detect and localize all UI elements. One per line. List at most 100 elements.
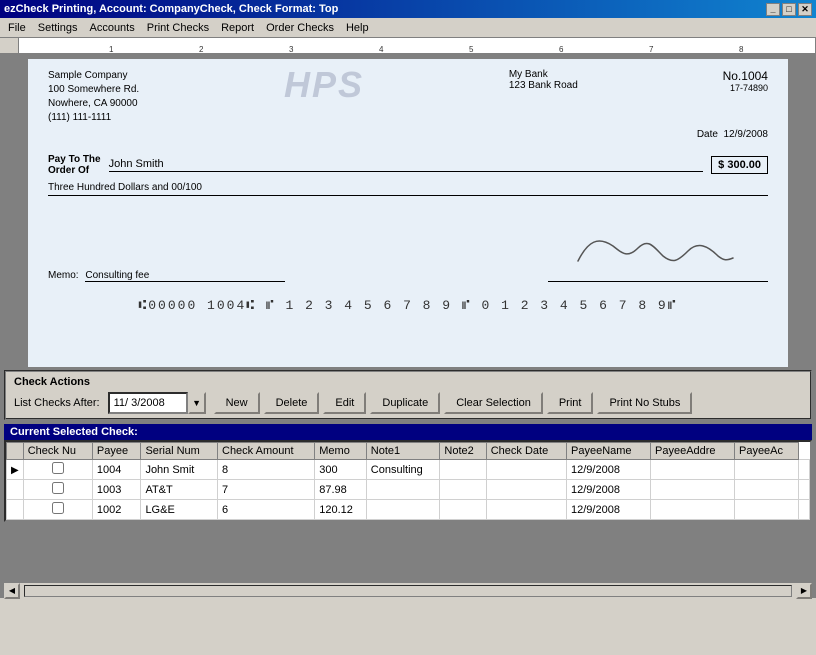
hps-logo: HPS [284,64,364,106]
cell-payee_addr [734,500,798,520]
table-row[interactable]: 1002LG&E6120.1212/9/2008 [7,500,810,520]
check-preview: Sample Company 100 Somewhere Rd. Nowhere… [27,58,789,368]
empty-area [4,522,812,582]
row-checkbox[interactable] [52,482,64,494]
ruler-mark-3: 3 [289,45,293,54]
cell-payee_name [651,460,735,480]
cell-check_num: 1002 [92,500,141,520]
col-payee-ac: PayeeAc [734,443,798,460]
maximize-button[interactable]: □ [782,3,796,16]
pay-to-section: Pay To The Order Of John Smith $ 300.00 [48,154,768,176]
cell-note2 [486,480,566,500]
delete-button[interactable]: Delete [264,392,320,414]
cell-memo [366,480,440,500]
row-checkbox[interactable] [52,462,64,474]
cell-note1 [440,480,486,500]
routing-number: 17-74890 [723,83,768,93]
edit-button[interactable]: Edit [323,392,366,414]
company-info: Sample Company 100 Somewhere Rd. Nowhere… [48,69,139,125]
col-payee-addr: PayeeAddre [651,443,735,460]
cell-date: 12/9/2008 [567,500,651,520]
cell-note2 [486,500,566,520]
row-checkbox-cell[interactable] [23,460,92,480]
duplicate-button[interactable]: Duplicate [370,392,440,414]
written-amount: Three Hundred Dollars and 00/100 [48,182,768,196]
cell-date: 12/9/2008 [567,460,651,480]
menu-help[interactable]: Help [340,20,375,36]
window-title: ezCheck Printing, Account: CompanyCheck,… [4,3,338,15]
row-checkbox[interactable] [52,502,64,514]
row-checkbox-cell[interactable] [23,500,92,520]
menu-file[interactable]: File [2,20,32,36]
cell-payee_addr [734,460,798,480]
menu-accounts[interactable]: Accounts [83,20,140,36]
ruler-mark-6: 6 [559,45,563,54]
check-number: No.1004 [723,69,768,83]
print-no-stubs-button[interactable]: Print No Stubs [597,392,692,414]
date-filter-input[interactable]: 11/ 3/2008 [108,392,188,414]
cell-note2 [486,460,566,480]
scroll-right-button[interactable]: ▶ [796,583,812,599]
menu-settings[interactable]: Settings [32,20,84,36]
check-table-container: Check Nu Payee Serial Num Check Amount M… [4,440,812,522]
cell-check_num: 1003 [92,480,141,500]
date-label: Date [697,129,718,140]
check-number-area: No.1004 17-74890 [723,69,768,93]
cell-payee_name [651,500,735,520]
close-button[interactable]: ✕ [798,3,812,16]
menu-report[interactable]: Report [215,20,260,36]
date-value: 12/9/2008 [724,129,769,140]
company-addr1: 100 Somewhere Rd. [48,83,139,97]
minimize-button[interactable]: _ [766,3,780,16]
ruler-mark-7: 7 [649,45,653,54]
check-actions-title: Check Actions [14,376,802,388]
row-checkbox-cell[interactable] [23,480,92,500]
menu-print-checks[interactable]: Print Checks [141,20,215,36]
actions-row: List Checks After: 11/ 3/2008 ▼ New Dele… [14,392,802,414]
check-actions-panel: Check Actions List Checks After: 11/ 3/2… [4,370,812,420]
cell-note1 [440,460,486,480]
selected-check-bar: Current Selected Check: [4,424,812,440]
scroll-left-button[interactable]: ◀ [4,583,20,599]
cell-check_num: 1004 [92,460,141,480]
list-checks-label: List Checks After: [14,397,100,409]
col-note1: Note1 [366,443,440,460]
micr-line: ⑆00000 1004⑆ ⑈ 1 2 3 4 5 6 7 8 9 ⑈ 0 1 2… [48,298,768,313]
cell-payee_name [651,480,735,500]
memo-label: Memo: [48,270,79,281]
pay-to-label: Pay To The Order Of [48,154,101,176]
bank-name: My Bank [509,69,578,80]
company-phone: (111) 111-1111 [48,111,139,125]
cell-payee: John Smit [141,460,218,480]
bank-addr: 123 Bank Road [509,80,578,91]
cell-payee: AT&T [141,480,218,500]
cell-payee_addr [734,480,798,500]
scroll-track[interactable] [24,585,792,597]
selected-check-label: Current Selected Check: [10,426,138,438]
table-row[interactable]: 1003AT&T787.9812/9/2008 [7,480,810,500]
new-button[interactable]: New [214,392,260,414]
signature-memo-row: Memo: Consulting fee [48,226,768,282]
print-button[interactable]: Print [547,392,594,414]
clear-selection-button[interactable]: Clear Selection [444,392,543,414]
date-dropdown-arrow[interactable]: ▼ [188,392,206,414]
bank-info: My Bank 123 Bank Road [509,69,578,91]
memo-section: Memo: Consulting fee [48,270,285,282]
table-row[interactable]: ▶1004John Smit8300Consulting12/9/2008 [7,460,810,480]
company-name: Sample Company [48,69,139,83]
col-amount: Check Amount [218,443,315,460]
cell-serial: 6 [218,500,315,520]
cell-note1 [440,500,486,520]
signature-svg [558,226,758,276]
row-indicator [7,480,24,500]
ruler: 1 2 3 4 5 6 7 8 [0,38,816,54]
title-bar: ezCheck Printing, Account: CompanyCheck,… [0,0,816,18]
col-payee-name: PayeeName [567,443,651,460]
col-serial: Serial Num [141,443,218,460]
col-memo: Memo [315,443,367,460]
ruler-mark-2: 2 [199,45,203,54]
cell-payee: LG&E [141,500,218,520]
memo-value: Consulting fee [85,270,285,282]
bottom-scrollbar: ◀ ▶ [4,582,812,598]
menu-order-checks[interactable]: Order Checks [260,20,340,36]
